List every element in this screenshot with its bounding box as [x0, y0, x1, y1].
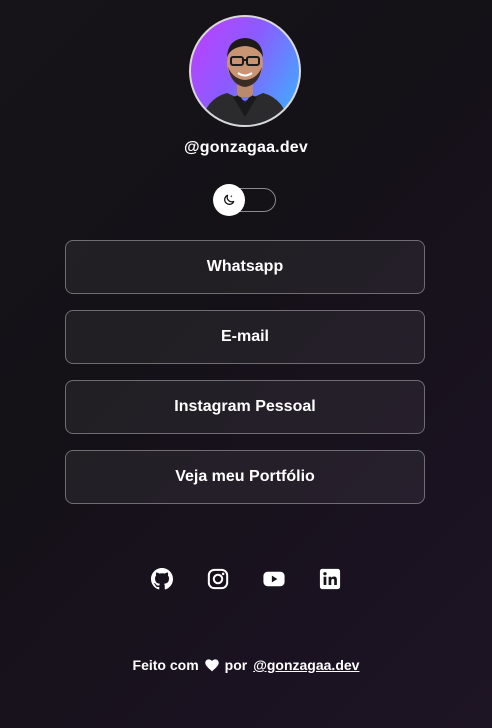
linkedin-icon: [319, 568, 341, 590]
footer-prefix: Feito com: [132, 657, 199, 673]
profile-handle: @gonzagaa.dev: [183, 139, 308, 156]
links-list: Whatsapp E-mail Instagram Pessoal Veja m…: [65, 240, 425, 520]
whatsapp-button[interactable]: Whatsapp: [65, 240, 425, 294]
youtube-icon: [263, 571, 285, 587]
github-link[interactable]: [151, 568, 173, 590]
github-icon: [151, 568, 173, 590]
heart-icon: [204, 658, 219, 672]
email-button[interactable]: E-mail: [65, 310, 425, 364]
avatar-photo: [201, 38, 289, 125]
toggle-knob[interactable]: [213, 184, 245, 216]
instagram-link[interactable]: [207, 568, 229, 590]
social-links: [0, 568, 492, 590]
instagram-personal-button[interactable]: Instagram Pessoal: [65, 380, 425, 434]
instagram-icon: [207, 568, 229, 590]
footer: Feito com por @gonzagaa.dev: [0, 657, 492, 673]
page: @gonzagaa.dev Whatsapp E-mail Instagram …: [0, 0, 492, 728]
portfolio-button[interactable]: Veja meu Portfólio: [65, 450, 425, 504]
youtube-link[interactable]: [263, 568, 285, 590]
linkedin-link[interactable]: [319, 568, 341, 590]
footer-author-link[interactable]: @gonzagaa.dev: [253, 657, 359, 673]
theme-toggle[interactable]: [213, 184, 276, 216]
avatar: [189, 15, 301, 127]
moon-icon: [224, 194, 235, 205]
footer-middle: por: [224, 657, 248, 673]
